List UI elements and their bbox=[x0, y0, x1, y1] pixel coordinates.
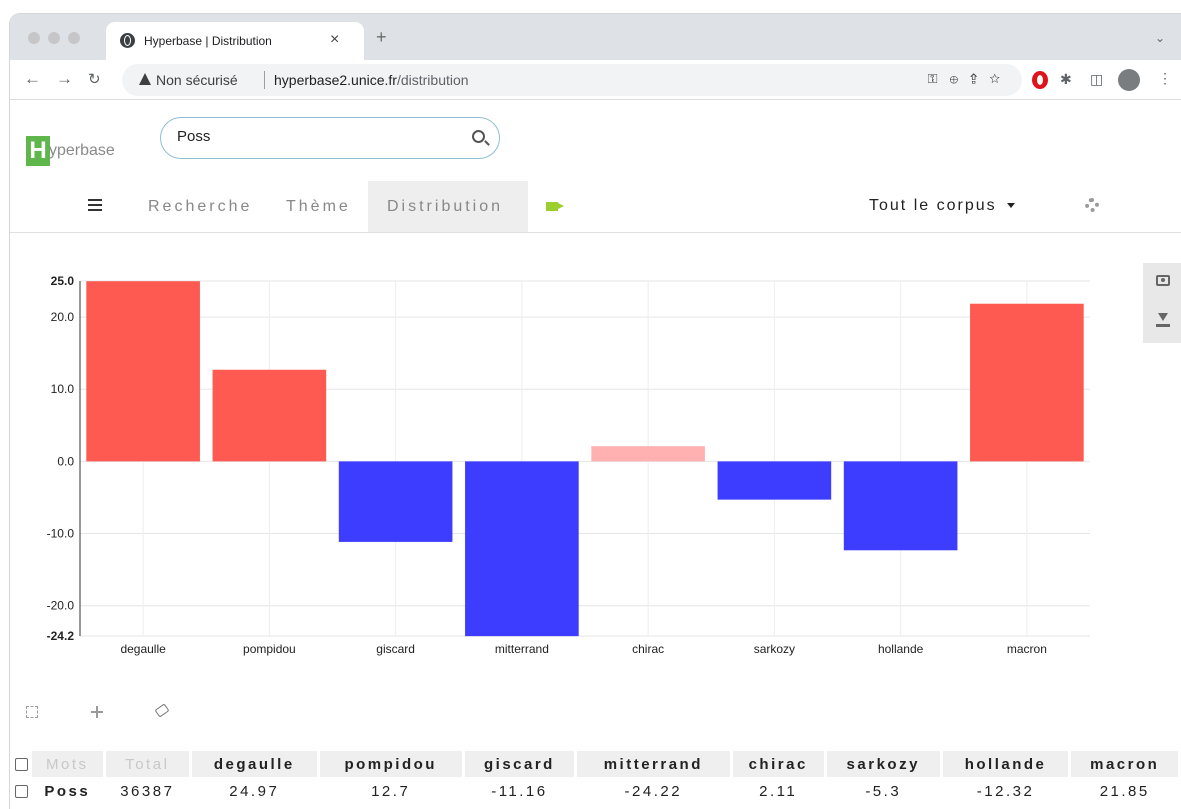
bar-hollande bbox=[843, 461, 958, 551]
avatar[interactable] bbox=[1118, 69, 1140, 91]
compress-icon[interactable] bbox=[91, 706, 103, 718]
value-cell: 12.7 bbox=[371, 782, 411, 800]
value-cell: -11.16 bbox=[491, 782, 548, 800]
value-cell: 2.11 bbox=[759, 782, 798, 800]
select-all-checkbox[interactable] bbox=[14, 758, 28, 772]
search-icon[interactable] bbox=[472, 130, 485, 143]
address-bar[interactable]: Non sécurisé hyperbase2.unice.fr/distrib… bbox=[122, 64, 1022, 96]
omnibox-icons[interactable]: ⚿⊕⇪☆ bbox=[928, 71, 1012, 87]
minimize-window-button[interactable] bbox=[48, 32, 60, 44]
table-header: Mots Total degaulle pompidou giscard mitterra… bbox=[13, 751, 1178, 777]
reload-icon[interactable]: ↻ bbox=[88, 70, 101, 88]
column-header-giscard[interactable]: giscard bbox=[464, 751, 574, 777]
bar-degaulle bbox=[86, 281, 200, 462]
maximize-window-button[interactable] bbox=[68, 32, 80, 44]
column-header-macron[interactable]: macron bbox=[1071, 751, 1178, 777]
word-cell[interactable]: Poss bbox=[32, 777, 103, 805]
value-cell: -12.32 bbox=[976, 782, 1035, 800]
y-tick-label: 20.0 bbox=[51, 310, 75, 324]
x-tick-label: mitterrand bbox=[495, 642, 549, 656]
y-tick-label: -24.2 bbox=[47, 629, 75, 643]
x-tick-label: hollande bbox=[878, 642, 924, 656]
main-menu: Recherche Thème Distribution Tout le cor… bbox=[10, 181, 1181, 233]
bar-mitterrand bbox=[465, 461, 579, 637]
table-row: Poss 36387 24.97 12.7 -11.16 -24.22 2.11 -5.3 -1… bbox=[13, 777, 1178, 805]
x-tick-label: giscard bbox=[376, 642, 415, 656]
bar-pompidou bbox=[212, 369, 327, 462]
value-cell: -24.22 bbox=[624, 782, 683, 800]
search-input[interactable] bbox=[177, 128, 457, 145]
url-text[interactable]: hyperbase2.unice.fr/distribution bbox=[274, 72, 469, 88]
bar-chirac bbox=[591, 446, 705, 462]
security-label: Non sécurisé bbox=[156, 72, 238, 88]
value-cell: 21.85 bbox=[1099, 782, 1150, 800]
warning-icon bbox=[139, 73, 151, 85]
chart-export-panel bbox=[1143, 263, 1181, 343]
y-tick-label: 0.0 bbox=[57, 454, 74, 468]
column-header-chirac[interactable]: chirac bbox=[732, 751, 824, 777]
bar-giscard bbox=[338, 461, 453, 542]
column-header-degaulle[interactable]: degaulle bbox=[192, 751, 317, 777]
camera-icon[interactable] bbox=[1156, 275, 1170, 286]
search-box bbox=[160, 117, 500, 159]
column-header-mots[interactable]: Mots bbox=[32, 751, 103, 777]
tab-bar: Hyperbase | Distribution × + ⌄ bbox=[10, 14, 1181, 60]
tab-search-icon[interactable]: ⌄ bbox=[1155, 31, 1165, 45]
row-select-cell bbox=[13, 777, 29, 805]
distribution-table: Mots Total degaulle pompidou giscard mitterra… bbox=[10, 751, 1181, 805]
new-tab-button[interactable]: + bbox=[376, 28, 387, 46]
gear-icon[interactable] bbox=[1085, 198, 1099, 212]
distribution-chart: 25.0 20.0 10.0 0.0 -10.0 -20.0 -24.2 degaulle po… bbox=[47, 274, 1090, 656]
eraser-icon[interactable] bbox=[154, 703, 170, 718]
kebab-menu-icon[interactable]: ⋮ bbox=[1158, 70, 1172, 87]
tab-title: Hyperbase | Distribution bbox=[144, 34, 272, 48]
column-header-pompidou[interactable]: pompidou bbox=[319, 751, 462, 777]
back-icon[interactable]: ← bbox=[24, 69, 41, 89]
opera-icon[interactable] bbox=[1032, 71, 1048, 89]
tab-theme[interactable]: Thème bbox=[286, 198, 351, 216]
value-cell: 24.97 bbox=[229, 782, 280, 800]
y-tick-label: -20.0 bbox=[47, 599, 75, 613]
row-checkbox[interactable] bbox=[14, 785, 28, 799]
x-tick-label: macron bbox=[1007, 642, 1047, 656]
active-tab[interactable]: Hyperbase | Distribution × bbox=[106, 22, 364, 60]
y-tick-label: -10.0 bbox=[47, 527, 75, 541]
x-tick-label: pompidou bbox=[243, 642, 296, 656]
corpus-dropdown[interactable]: Tout le corpus bbox=[869, 197, 1015, 215]
tab-distribution[interactable]: Distribution bbox=[387, 198, 503, 216]
x-tick-label: sarkozy bbox=[754, 642, 795, 656]
globe-icon bbox=[120, 33, 135, 48]
caret-down-icon bbox=[1006, 203, 1015, 209]
y-tick-label: 25.0 bbox=[51, 274, 75, 288]
video-icon[interactable] bbox=[546, 202, 558, 211]
puzzle-icon[interactable]: ✱ bbox=[1060, 71, 1072, 88]
column-header-total[interactable]: Total bbox=[105, 751, 190, 777]
y-tick-label: 10.0 bbox=[51, 382, 75, 396]
browser-window: Hyperbase | Distribution × + ⌄ ← → ↻ Non… bbox=[10, 14, 1181, 809]
column-header-mitterrand[interactable]: mitterrand bbox=[576, 751, 730, 777]
x-tick-label: chirac bbox=[632, 642, 664, 656]
select-all-cell bbox=[13, 751, 29, 777]
tab-close-icon[interactable]: × bbox=[330, 31, 339, 49]
tab-recherche[interactable]: Recherche bbox=[148, 198, 252, 216]
download-icon[interactable] bbox=[1155, 313, 1171, 329]
close-window-button[interactable] bbox=[28, 32, 40, 44]
bar-macron bbox=[970, 303, 1084, 462]
value-cell: -5.3 bbox=[865, 782, 902, 800]
total-cell: 36387 bbox=[120, 782, 175, 800]
divider bbox=[264, 71, 265, 89]
bar-sarkozy bbox=[717, 461, 832, 500]
sidepanel-icon[interactable]: ◫ bbox=[1090, 71, 1103, 88]
column-header-sarkozy[interactable]: sarkozy bbox=[826, 751, 940, 777]
hamburger-icon[interactable] bbox=[88, 199, 102, 211]
expand-icon[interactable] bbox=[26, 706, 38, 718]
column-header-hollande[interactable]: hollande bbox=[942, 751, 1069, 777]
forward-icon[interactable]: → bbox=[56, 69, 73, 89]
table-body: Poss 36387 24.97 12.7 -11.16 -24.22 2.11 -5.3 -1… bbox=[13, 777, 1178, 805]
x-tick-label: degaulle bbox=[120, 642, 166, 656]
browser-toolbar: ← → ↻ Non sécurisé hyperbase2.unice.fr/d… bbox=[10, 60, 1181, 100]
app-content: H yperbase Recherche Thème Distribution … bbox=[10, 101, 1181, 809]
